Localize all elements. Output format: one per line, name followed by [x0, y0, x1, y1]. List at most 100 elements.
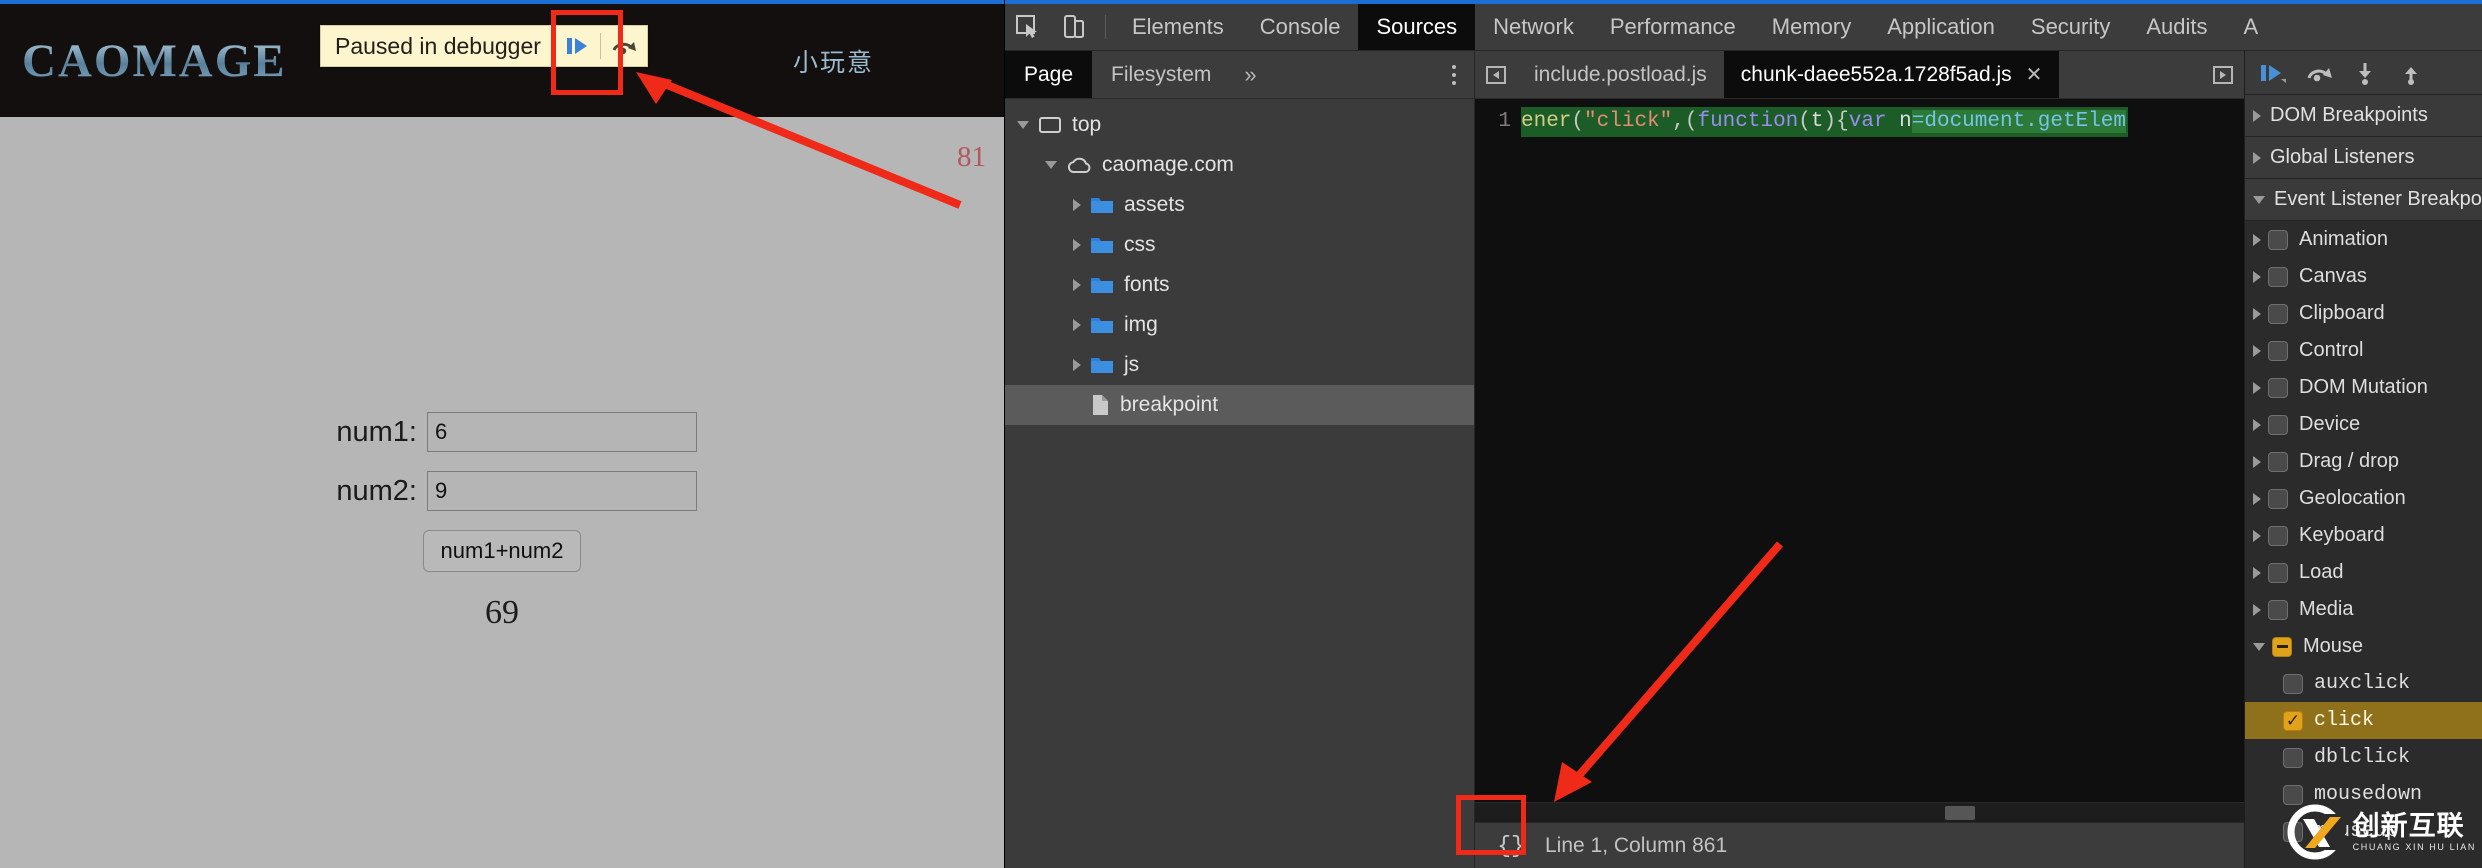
resume-script-icon[interactable]	[554, 26, 600, 66]
editor-tab-chunk[interactable]: chunk-daee552a.1728f5ad.js ✕	[1723, 51, 2060, 98]
chevron-right-icon[interactable]	[2253, 381, 2261, 394]
chevron-right-icon[interactable]	[2253, 344, 2261, 357]
event-breakpoint-mousedown[interactable]: mousedown	[2245, 776, 2482, 813]
sum-button[interactable]: num1+num2	[422, 530, 582, 572]
step-out-button[interactable]	[2389, 53, 2433, 93]
close-icon[interactable]: ✕	[2026, 62, 2043, 87]
checkbox-on[interactable]	[2283, 710, 2303, 731]
chevron-right-icon[interactable]	[2253, 492, 2261, 505]
inspect-element-icon[interactable]	[1005, 4, 1051, 50]
num1-input[interactable]	[427, 412, 697, 452]
chevron-down-icon[interactable]	[1017, 121, 1029, 129]
tree-item-img[interactable]: img	[1005, 305, 1474, 345]
section-dom-breakpoints[interactable]: DOM Breakpoints	[2245, 95, 2482, 137]
chevron-right-icon[interactable]	[1073, 239, 1081, 251]
chevron-right-icon[interactable]	[1073, 319, 1081, 331]
nav-item-gadgets[interactable]: 小玩意	[793, 49, 874, 77]
chevron-right-icon[interactable]	[2253, 455, 2261, 468]
event-category-media[interactable]: Media	[2245, 591, 2482, 628]
step-into-button[interactable]	[2343, 53, 2387, 93]
checkbox-off[interactable]	[2268, 266, 2288, 287]
event-category-load[interactable]: Load	[2245, 554, 2482, 591]
chevron-down-icon[interactable]	[2253, 642, 2265, 651]
devtools-tab-security[interactable]: Security	[2013, 4, 2128, 50]
navigator-tab-filesystem[interactable]: Filesystem	[1092, 51, 1230, 98]
checkbox-off[interactable]	[2268, 562, 2288, 583]
checkbox-off[interactable]	[2283, 784, 2303, 805]
checkbox-off[interactable]	[2268, 488, 2288, 509]
tree-item-js[interactable]: js	[1005, 345, 1474, 385]
more-options-icon[interactable]	[1434, 51, 1474, 98]
event-breakpoint-auxclick[interactable]: auxclick	[2245, 665, 2482, 702]
editor-statusbar: {} Line 1, Column 861	[1475, 822, 2244, 868]
chevron-down-icon[interactable]	[1045, 161, 1057, 169]
tree-item-css[interactable]: css	[1005, 225, 1474, 265]
checkbox-off[interactable]	[2268, 377, 2288, 398]
navigator-tab-page[interactable]: Page	[1005, 51, 1093, 98]
scroll-tabs-left-icon[interactable]	[1475, 51, 1517, 98]
tree-item-caomage-com[interactable]: caomage.com	[1005, 145, 1474, 185]
chevron-right-icon[interactable]	[1073, 279, 1081, 291]
event-breakpoint-mouseup[interactable]: mouseup	[2245, 813, 2482, 850]
devtools-tab-network[interactable]: Network	[1475, 4, 1592, 50]
scrollbar-thumb[interactable]	[1945, 806, 1975, 820]
event-breakpoint-dblclick[interactable]: dblclick	[2245, 739, 2482, 776]
num2-input[interactable]	[427, 471, 697, 511]
scroll-tabs-right-icon[interactable]	[2202, 51, 2244, 98]
chevron-right-icon[interactable]	[2253, 270, 2261, 283]
checkbox-off[interactable]	[2268, 229, 2288, 250]
event-category-dom-mutation[interactable]: DOM Mutation	[2245, 369, 2482, 406]
event-category-control[interactable]: Control	[2245, 332, 2482, 369]
chevron-right-icon[interactable]	[2253, 307, 2261, 320]
checkbox-off[interactable]	[2268, 599, 2288, 620]
checkbox-off[interactable]	[2268, 414, 2288, 435]
checkbox-off[interactable]	[2268, 451, 2288, 472]
chevron-right-icon[interactable]	[1073, 359, 1081, 371]
pretty-print-button[interactable]: {}	[1483, 826, 1539, 866]
tree-item-top[interactable]: top	[1005, 105, 1474, 145]
code-viewport[interactable]: 1 ener("click",(function(t){var n=docume…	[1475, 99, 2244, 822]
checkbox-off[interactable]	[2268, 303, 2288, 324]
event-category-keyboard[interactable]: Keyboard	[2245, 517, 2482, 554]
chevron-right-icon[interactable]	[2253, 529, 2261, 542]
chevron-right-icon[interactable]	[2253, 566, 2261, 579]
chevron-right-icon[interactable]	[2253, 233, 2261, 246]
devtools-tab-audits[interactable]: Audits	[2128, 4, 2225, 50]
event-category-drag-drop[interactable]: Drag / drop	[2245, 443, 2482, 480]
chevron-right-icon[interactable]	[2253, 603, 2261, 616]
event-breakpoint-click[interactable]: click	[2245, 702, 2482, 739]
step-over-icon[interactable]	[601, 26, 647, 66]
devtools-tab-application[interactable]: Application	[1869, 4, 2013, 50]
navigator-overflow-icon[interactable]: »	[1230, 51, 1270, 98]
section-event-listener-breakpoints[interactable]: Event Listener Breakpoints	[2245, 179, 2482, 221]
resume-button[interactable]	[2251, 53, 2295, 93]
devtools-tab-performance[interactable]: Performance	[1592, 4, 1754, 50]
checkbox-off[interactable]	[2283, 673, 2303, 694]
event-category-mouse[interactable]: Mouse	[2245, 628, 2482, 665]
chevron-right-icon[interactable]	[2253, 418, 2261, 431]
event-category-device[interactable]: Device	[2245, 406, 2482, 443]
checkbox-off[interactable]	[2283, 747, 2303, 768]
devtools-tab-a[interactable]: A	[2226, 4, 2277, 50]
device-toolbar-icon[interactable]	[1051, 4, 1097, 50]
checkbox-off[interactable]	[2268, 340, 2288, 361]
devtools-tab-memory[interactable]: Memory	[1754, 4, 1869, 50]
event-category-animation[interactable]: Animation	[2245, 221, 2482, 258]
checkbox-off[interactable]	[2283, 821, 2303, 842]
chevron-right-icon[interactable]	[1073, 199, 1081, 211]
editor-tab-include-postload[interactable]: include.postload.js	[1517, 51, 1724, 98]
tree-item-fonts[interactable]: fonts	[1005, 265, 1474, 305]
event-category-geolocation[interactable]: Geolocation	[2245, 480, 2482, 517]
devtools-tab-console[interactable]: Console	[1242, 4, 1359, 50]
code-horizontal-scrollbar[interactable]	[1475, 802, 2244, 822]
event-category-canvas[interactable]: Canvas	[2245, 258, 2482, 295]
devtools-tab-sources[interactable]: Sources	[1358, 4, 1476, 50]
event-category-clipboard[interactable]: Clipboard	[2245, 295, 2482, 332]
tree-item-assets[interactable]: assets	[1005, 185, 1474, 225]
section-global-listeners[interactable]: Global Listeners	[2245, 137, 2482, 179]
tree-item-breakpoint[interactable]: breakpoint	[1005, 385, 1474, 425]
checkbox-mixed[interactable]	[2272, 636, 2292, 657]
checkbox-off[interactable]	[2268, 525, 2288, 546]
step-over-button[interactable]	[2297, 53, 2341, 93]
devtools-tab-elements[interactable]: Elements	[1114, 4, 1242, 50]
